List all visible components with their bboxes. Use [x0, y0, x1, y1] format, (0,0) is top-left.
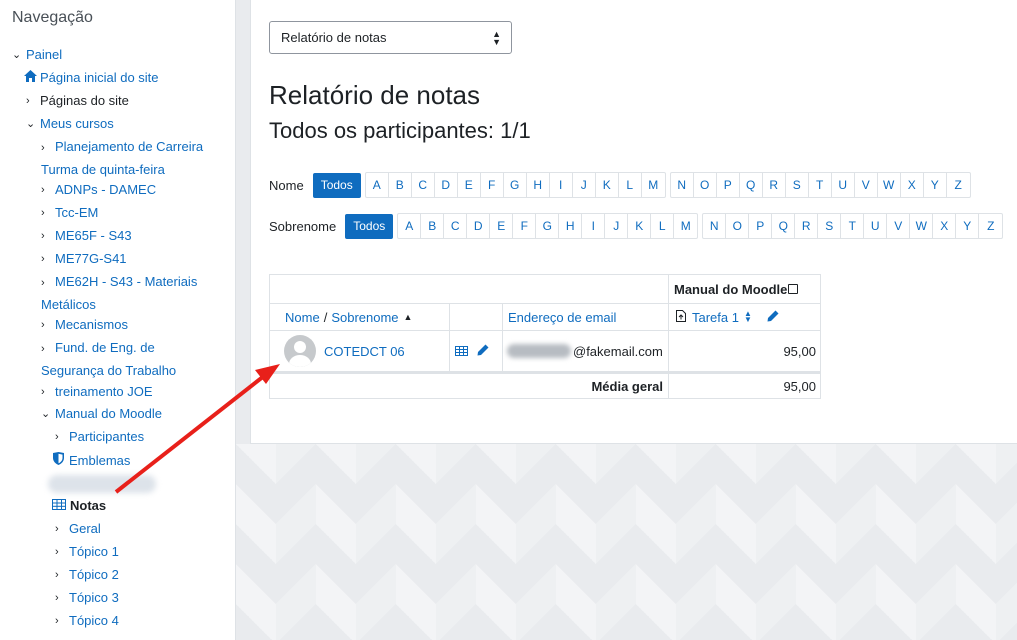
annotation-arrow: [114, 364, 280, 494]
arrow-shaft: [114, 374, 266, 494]
